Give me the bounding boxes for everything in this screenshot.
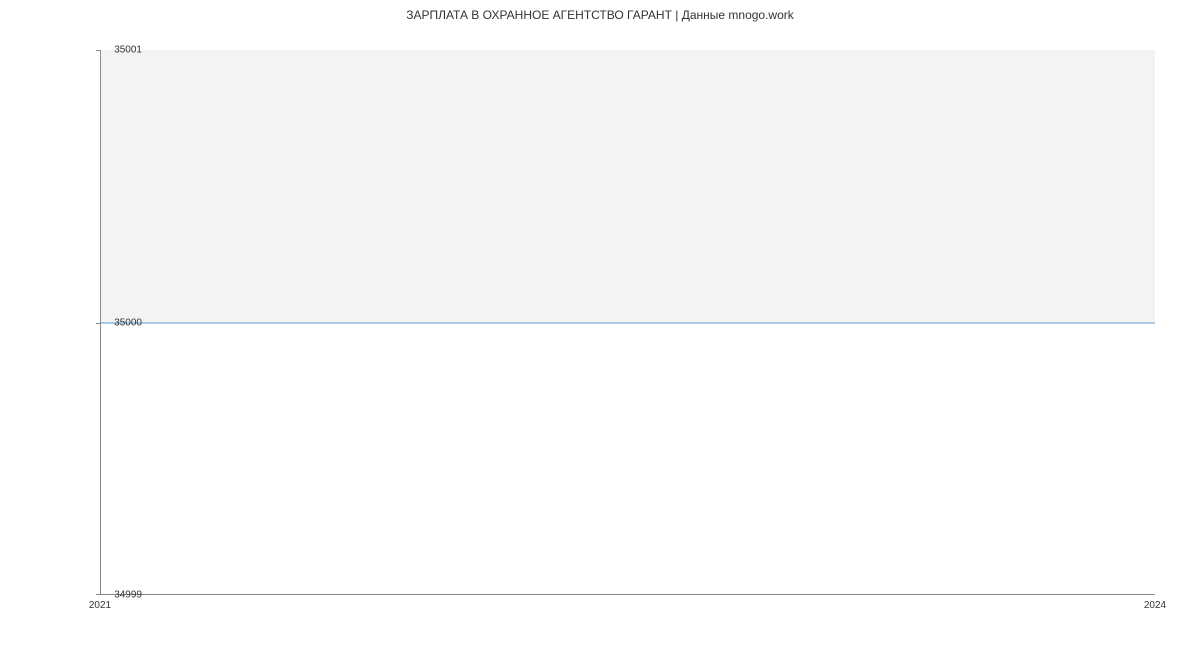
grid-band [101,50,1155,323]
y-tick-mark [96,594,100,595]
y-tick-mark [96,50,100,51]
x-tick-label: 2024 [1144,600,1166,611]
y-tick-label: 34999 [114,590,142,601]
y-tick-label: 35000 [114,317,142,328]
data-line [101,322,1155,323]
y-tick-label: 35001 [114,45,142,56]
x-tick-label: 2021 [89,600,111,611]
plot-area: 2021 2024 [100,50,1155,595]
x-axis [100,594,1155,595]
chart-title: ЗАРПЛАТА В ОХРАННОЕ АГЕНТСТВО ГАРАНТ | Д… [0,8,1200,22]
y-axis [100,50,101,595]
y-tick-mark [96,323,100,324]
